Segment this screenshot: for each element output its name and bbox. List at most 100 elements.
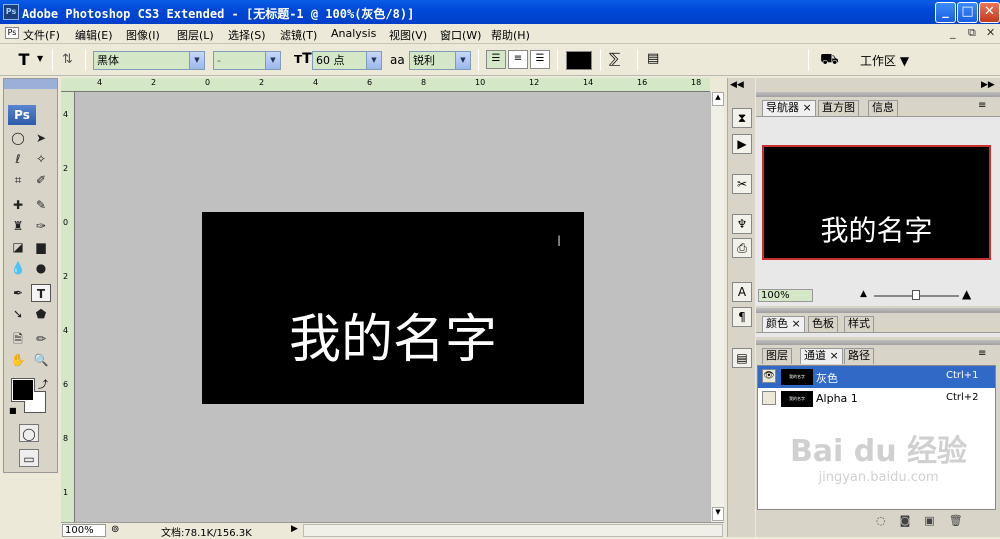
tab-channels[interactable]: 通道 × bbox=[800, 348, 843, 364]
eraser-icon[interactable]: ◪ bbox=[8, 238, 28, 256]
text-color-swatch[interactable] bbox=[566, 51, 592, 70]
brush-icon[interactable]: ✎ bbox=[31, 196, 51, 214]
screen-mode-icon[interactable]: ▭ bbox=[19, 449, 39, 467]
font-family-select[interactable]: 黑体 ▼ bbox=[93, 51, 205, 70]
crop-icon[interactable]: ⌗ bbox=[8, 171, 28, 189]
photoshop-logo[interactable]: Ps bbox=[8, 105, 36, 125]
tool-presets-icon[interactable]: ✂ bbox=[732, 174, 752, 194]
menu-select[interactable]: 选择(S) bbox=[228, 27, 266, 43]
menu-file[interactable]: 文件(F) bbox=[23, 27, 60, 43]
zoom-field[interactable]: 100% bbox=[62, 524, 106, 537]
zoom-in-icon[interactable]: ▲ bbox=[962, 287, 971, 301]
hand-icon[interactable]: ✋ bbox=[8, 351, 28, 369]
tab-color[interactable]: 颜色 × bbox=[762, 316, 805, 332]
clone-source-icon[interactable]: ⎙ bbox=[732, 238, 752, 258]
document-icon[interactable]: Ps bbox=[5, 27, 19, 39]
history-brush-icon[interactable]: ✑ bbox=[31, 217, 51, 235]
panels-collapse-icon[interactable]: ▶▶ bbox=[981, 80, 995, 90]
notes-icon[interactable]: 🗎 bbox=[8, 330, 28, 348]
delete-channel-icon[interactable]: 🗑 bbox=[949, 514, 963, 527]
align-left-button[interactable]: ☰ bbox=[486, 50, 506, 69]
close-button[interactable]: ✕ bbox=[979, 2, 1000, 23]
align-right-button[interactable]: ☰ bbox=[530, 50, 550, 69]
tab-info[interactable]: 信息 bbox=[868, 100, 898, 116]
clone-stamp-icon[interactable]: ♜ bbox=[8, 217, 28, 235]
tab-navigator[interactable]: 导航器 × bbox=[762, 100, 816, 116]
ruler-vertical[interactable]: 4 2 0 2 4 6 8 1 bbox=[61, 92, 75, 522]
doc-close-button[interactable]: ✕ bbox=[986, 26, 995, 39]
zoom-slider-thumb[interactable] bbox=[912, 290, 920, 300]
swap-colors-icon[interactable]: ⤴ bbox=[38, 376, 48, 391]
zoom-out-icon[interactable]: ▲ bbox=[860, 289, 867, 299]
workspace-menu[interactable]: 工作区 ▼ bbox=[860, 52, 909, 69]
panel-menu-icon[interactable]: ≡ bbox=[978, 348, 986, 359]
load-selection-icon[interactable]: ◌ bbox=[876, 514, 886, 527]
marquee-icon[interactable]: ◯ bbox=[8, 129, 28, 147]
status-expand-icon[interactable]: ▶ bbox=[291, 524, 298, 534]
brushes-icon[interactable]: ♆ bbox=[732, 214, 752, 234]
magic-wand-icon[interactable]: ✧ bbox=[31, 150, 51, 168]
tab-layers[interactable]: 图层 bbox=[762, 348, 792, 364]
save-selection-icon[interactable]: ◙ bbox=[900, 514, 911, 527]
menu-view[interactable]: 视图(V) bbox=[389, 27, 427, 43]
channel-row[interactable]: 👁 我的名字 灰色 Ctrl+1 bbox=[758, 366, 995, 388]
navigator-zoom-field[interactable]: 100% bbox=[758, 289, 813, 302]
default-colors-icon[interactable]: ■ bbox=[9, 406, 17, 415]
actions-icon[interactable]: ▶ bbox=[732, 134, 752, 154]
bridge-icon[interactable]: ⛟ bbox=[820, 50, 839, 70]
channel-footer-icons[interactable]: ◌ ◙ ▣ 🗑 bbox=[876, 514, 963, 527]
menu-window[interactable]: 窗口(W) bbox=[440, 27, 481, 43]
type-tool-icon[interactable]: T bbox=[31, 284, 51, 302]
scroll-down-button[interactable]: ▼ bbox=[712, 507, 724, 521]
menu-filter[interactable]: 滤镜(T) bbox=[280, 27, 317, 43]
character-icon[interactable]: A bbox=[732, 282, 752, 302]
dock-collapse-icon[interactable]: ◀◀ bbox=[730, 80, 744, 90]
vertical-scrollbar[interactable]: ▲ ▼ bbox=[710, 92, 724, 522]
dodge-icon[interactable]: ● bbox=[31, 259, 51, 277]
quick-mask-icon[interactable]: ◯ bbox=[19, 424, 39, 442]
tab-swatches[interactable]: 色板 bbox=[808, 316, 838, 332]
layer-comps-icon[interactable]: ▤ bbox=[732, 348, 752, 368]
status-menu-icon[interactable]: ⊚ bbox=[111, 524, 119, 535]
shape-icon[interactable]: ⬟ bbox=[31, 305, 51, 323]
move-icon[interactable]: ➤ bbox=[31, 129, 51, 147]
align-center-button[interactable]: ≡ bbox=[508, 50, 528, 69]
document-text[interactable]: 我的名字 bbox=[202, 310, 584, 370]
warp-text-icon[interactable]: ⅀ bbox=[609, 51, 620, 67]
menu-analysis[interactable]: Analysis bbox=[331, 27, 376, 40]
horizontal-scrollbar[interactable] bbox=[303, 524, 723, 537]
channel-row[interactable]: 我的名字 Alpha 1 Ctrl+2 bbox=[758, 388, 995, 410]
panel-grip[interactable] bbox=[756, 340, 1000, 345]
text-tool-preset-icon[interactable]: T bbox=[14, 50, 34, 70]
zoom-icon[interactable]: 🔍 bbox=[31, 351, 51, 369]
slice-icon[interactable]: ✐ bbox=[31, 171, 51, 189]
navigator-preview[interactable]: 我的名字 bbox=[762, 145, 991, 260]
path-selection-icon[interactable]: ➘ bbox=[8, 305, 28, 323]
font-style-select[interactable]: - ▼ bbox=[213, 51, 281, 70]
tab-paths[interactable]: 路径 bbox=[844, 348, 874, 364]
scroll-up-button[interactable]: ▲ bbox=[712, 92, 724, 106]
font-size-select[interactable]: 60 点 ▼ bbox=[312, 51, 382, 70]
document-canvas[interactable]: 我的名字 I bbox=[202, 212, 584, 404]
menu-edit[interactable]: 编辑(E) bbox=[75, 27, 113, 43]
blur-icon[interactable]: 💧 bbox=[8, 259, 28, 277]
gradient-icon[interactable]: ▆ bbox=[31, 238, 51, 256]
antialias-select[interactable]: 锐利 ▼ bbox=[409, 51, 471, 70]
doc-restore-button[interactable]: ⧉ bbox=[968, 26, 976, 40]
new-channel-icon[interactable]: ▣ bbox=[924, 514, 934, 527]
panel-grip[interactable] bbox=[756, 308, 1000, 313]
panel-menu-icon[interactable]: ≡ bbox=[978, 100, 986, 111]
tab-histogram[interactable]: 直方图 bbox=[818, 100, 859, 116]
eyedropper-icon[interactable]: ✏ bbox=[31, 330, 51, 348]
tab-styles[interactable]: 样式 bbox=[844, 316, 874, 332]
text-orientation-icon[interactable]: ⇅ bbox=[62, 52, 73, 67]
menu-help[interactable]: 帮助(H) bbox=[491, 27, 530, 43]
minimize-button[interactable]: _ bbox=[935, 2, 956, 23]
healing-brush-icon[interactable]: ✚ bbox=[8, 196, 28, 214]
doc-minimize-button[interactable]: _ bbox=[950, 26, 956, 39]
palettes-icon[interactable]: ▤ bbox=[647, 51, 659, 66]
pen-icon[interactable]: ✒ bbox=[8, 284, 28, 302]
menu-layer[interactable]: 图层(L) bbox=[177, 27, 214, 43]
menu-image[interactable]: 图像(I) bbox=[126, 27, 160, 43]
lasso-icon[interactable]: ℓ bbox=[8, 150, 28, 168]
